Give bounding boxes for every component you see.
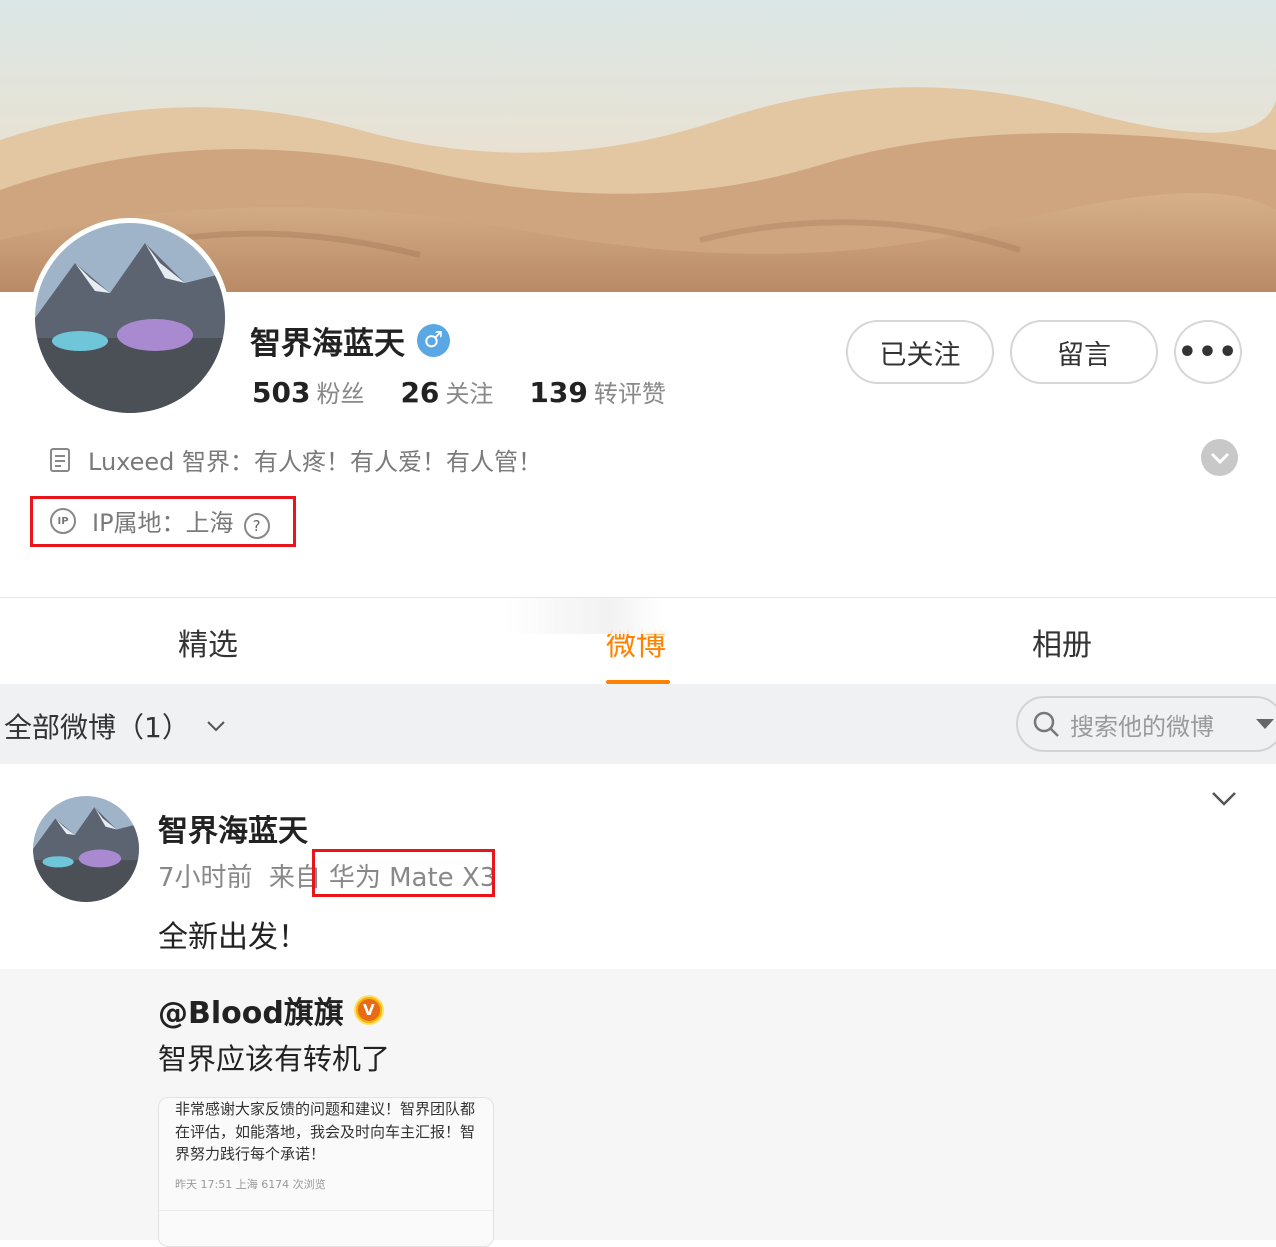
followed-button[interactable]: 已关注 [846, 320, 994, 384]
search-placeholder: 搜索他的微博 [1070, 712, 1214, 741]
tab-album[interactable]: 相册 [1032, 620, 1092, 664]
post-time[interactable]: 7小时前 [158, 863, 253, 893]
repost-image-text: 非常感谢大家反馈的问题和建议！智界团队都在评估，如能落地，我会及时向车主汇报！智… [175, 1100, 476, 1163]
post-author-name[interactable]: 智界海蓝天 [158, 806, 308, 850]
repost-image-divider [159, 1210, 493, 1211]
stat-followers[interactable]: 503 粉丝 [252, 374, 364, 409]
profile-stats: 503 粉丝 26 关注 139 转评赞 [252, 374, 666, 409]
post-author-avatar[interactable] [33, 796, 139, 902]
male-icon: ♂ [417, 324, 450, 357]
profile-name: 智界海蓝天 [250, 326, 405, 362]
repost-text: 智界应该有转机了 [158, 1042, 391, 1076]
stat-interactions[interactable]: 139 转评赞 [529, 374, 665, 409]
repost-user-name[interactable]: @Blood旗旗 [158, 988, 344, 1032]
repost-image[interactable]: 非常感谢大家反馈的问题和建议！智界团队都在评估，如能落地，我会及时向车主汇报！智… [158, 1097, 494, 1247]
repost-image-meta: 昨天 17:51 上海 6174 次浏览 [175, 1177, 326, 1191]
document-icon [50, 447, 70, 472]
caret-down-icon[interactable] [1250, 717, 1276, 731]
search-icon [1033, 711, 1059, 737]
stat-following[interactable]: 26 关注 [400, 374, 493, 409]
verified-badge-icon: V [353, 995, 384, 1025]
ip-location: IP IP属地：上海? [50, 503, 270, 539]
post-filter-dropdown[interactable]: 全部微博（1） [4, 706, 226, 746]
help-icon[interactable]: ? [243, 513, 270, 539]
ip-icon: IP [50, 508, 76, 534]
tab-featured[interactable]: 精选 [178, 620, 238, 664]
repost-user: @Blood旗旗 V [158, 988, 384, 1032]
filter-label: 全部微博（1） [4, 711, 190, 744]
chevron-down-icon [1210, 452, 1229, 464]
expand-bio-button[interactable] [1201, 439, 1238, 476]
profile-name-row: 智界海蓝天 ♂ [250, 318, 450, 363]
device-highlight-box [312, 849, 495, 897]
profile-bio: Luxeed 智界：有人疼！有人爱！有人管！ [48, 442, 542, 477]
bio-text: Luxeed 智界：有人疼！有人爱！有人管！ [88, 448, 543, 476]
ip-text: IP属地：上海? [92, 503, 270, 539]
search-posts-input[interactable]: 搜索他的微博 [1016, 696, 1276, 752]
tab-blur-artifact [505, 598, 765, 634]
post-text: 全新出发！ [158, 920, 308, 955]
post-menu-chevron-icon[interactable] [1210, 790, 1238, 808]
more-options-button[interactable]: ••• [1174, 320, 1242, 384]
profile-avatar[interactable] [30, 218, 230, 418]
message-button[interactable]: 留言 [1010, 320, 1158, 384]
chevron-down-icon [207, 721, 225, 732]
